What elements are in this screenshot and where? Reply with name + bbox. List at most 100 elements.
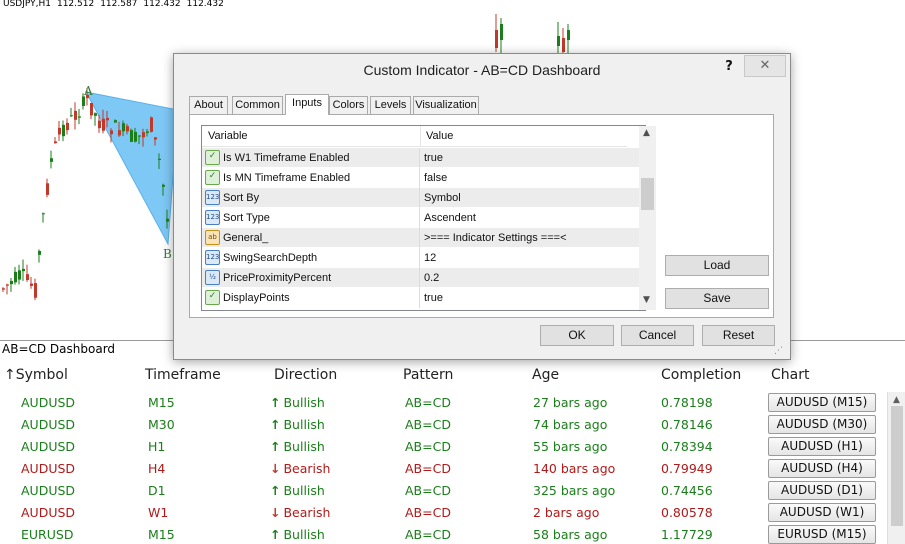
cell-direction: ↑ Bullish (270, 395, 325, 410)
tab-colors[interactable]: Colors (329, 96, 368, 114)
type-glyph: ✓ (208, 151, 217, 161)
table-row: AUDUSD D1 ↑ Bullish AB=CD 325 bars ago 0.74456… (0, 479, 905, 501)
cell-direction: ↑ Bullish (270, 439, 325, 454)
variable-value[interactable]: 12 (424, 252, 436, 264)
tab-levels[interactable]: Levels (370, 96, 411, 114)
candle-body (38, 250, 41, 255)
cell-timeframe: M15 (148, 527, 175, 542)
cell-pattern: AB=CD (405, 527, 451, 542)
variable-value[interactable]: 0.2 (424, 272, 439, 284)
reset-button[interactable]: Reset (702, 325, 775, 346)
col-variable[interactable]: Variable (208, 130, 248, 142)
open-chart-button[interactable]: AUDUSD (M15) (768, 393, 876, 412)
variable-value[interactable]: Symbol (424, 192, 461, 204)
candle-body (106, 117, 109, 121)
close-button[interactable]: ✕ (744, 55, 786, 77)
grid-scroll-down-icon[interactable]: ▼ (643, 295, 650, 305)
candle-body (102, 118, 105, 131)
table-row: AUDUSD H4 ↓ Bearish AB=CD 140 bars ago 0.79949… (0, 457, 905, 479)
load-button[interactable]: Load (665, 255, 769, 276)
cell-completion: 0.79949 (661, 461, 713, 476)
header-completion[interactable]: Completion (661, 367, 741, 383)
tab-common[interactable]: Common (232, 96, 283, 114)
candle-body (14, 271, 17, 283)
bool-type-icon: ✓ (205, 170, 220, 185)
column-separator (419, 148, 420, 168)
grid-scroll-up-icon[interactable]: ▲ (643, 128, 650, 138)
help-button[interactable]: ? (719, 58, 739, 76)
input-row[interactable]: ab General_ >=== Indicator Settings ===< (202, 228, 639, 248)
str-type-icon: ab (205, 230, 220, 245)
variable-value[interactable]: true (424, 152, 443, 164)
candle-body (34, 283, 37, 298)
cancel-button[interactable]: Cancel (621, 325, 694, 346)
cell-symbol: AUDUSD (21, 395, 76, 410)
grid-scrollbar-thumb[interactable] (641, 178, 654, 210)
tab-visualization[interactable]: Visualization (413, 96, 479, 114)
terminal-window: USDJPY,H1 112.512 112.587 112.432 112.432 A … (0, 0, 905, 544)
variable-value[interactable]: Ascendent (424, 212, 476, 224)
header-symbol[interactable]: ↑Symbol (4, 367, 68, 383)
variable-value[interactable]: false (424, 172, 447, 184)
open-chart-button[interactable]: AUDUSD (H4) (768, 459, 876, 478)
input-row[interactable]: ½ PriceProximityPercent 0.2 (202, 268, 639, 288)
candle-body (154, 137, 157, 140)
num-type-icon: 123 (205, 250, 220, 265)
header-direction[interactable]: Direction (274, 367, 337, 383)
header-timeframe[interactable]: Timeframe (145, 367, 221, 383)
direction-label: Bullish (283, 527, 325, 542)
header-chart[interactable]: Chart (771, 367, 809, 383)
input-row[interactable]: ✓ DisplayPoints true (202, 288, 639, 308)
cell-age: 55 bars ago (533, 439, 608, 454)
chart-symbol-info: USDJPY,H1 112.512 112.587 112.432 112.432 (3, 0, 230, 9)
cell-pattern: AB=CD (405, 439, 451, 454)
header-pattern[interactable]: Pattern (403, 367, 453, 383)
variable-name: Sort By (223, 192, 260, 204)
input-row[interactable]: 123 Sort Type Ascendent (202, 208, 639, 228)
candle-body (62, 124, 65, 137)
chart-high: 112.587 (100, 0, 138, 9)
open-chart-button[interactable]: AUDUSD (H1) (768, 437, 876, 456)
direction-label: Bearish (283, 505, 331, 520)
open-chart-button[interactable]: AUDUSD (W1) (768, 503, 876, 522)
cell-pattern: AB=CD (405, 483, 451, 498)
open-chart-button[interactable]: AUDUSD (M30) (768, 415, 876, 434)
direction-label: Bullish (283, 417, 325, 432)
col-value[interactable]: Value (426, 130, 453, 142)
input-row[interactable]: 123 SwingSearchDepth 12 (202, 248, 639, 268)
cell-timeframe: W1 (148, 505, 169, 520)
variable-name: Is MN Timeframe Enabled (223, 172, 351, 184)
cell-pattern: AB=CD (405, 417, 451, 432)
candle-body (562, 38, 565, 52)
type-glyph: ✓ (208, 171, 217, 181)
input-row[interactable]: ✓ Is W1 Timeframe Enabled true (202, 148, 639, 168)
candle-body (22, 268, 25, 272)
candle-body (50, 158, 53, 162)
dashboard-scrollbar[interactable]: ▲ (887, 392, 905, 544)
tab-inputs[interactable]: Inputs (285, 94, 329, 115)
ok-button[interactable]: OK (540, 325, 614, 346)
arrow-down-icon: ↓ (270, 505, 281, 520)
input-row[interactable]: 123 Sort By Symbol (202, 188, 639, 208)
variable-value[interactable]: true (424, 292, 443, 304)
open-chart-button[interactable]: EURUSD (M15) (768, 525, 876, 544)
candle-body (500, 24, 503, 40)
tab-about[interactable]: About (189, 96, 228, 114)
input-row[interactable]: ✓ Is MN Timeframe Enabled false (202, 168, 639, 188)
cell-symbol: AUDUSD (21, 417, 76, 432)
cell-age: 2 bars ago (533, 505, 600, 520)
cell-symbol: AUDUSD (21, 461, 76, 476)
candle-body (122, 123, 125, 132)
cell-completion: 1.17729 (661, 527, 713, 542)
header-age[interactable]: Age (532, 367, 559, 383)
scrollbar-thumb[interactable] (891, 406, 903, 526)
point-b-label: B (163, 247, 172, 261)
open-chart-button[interactable]: AUDUSD (D1) (768, 481, 876, 500)
grid-scrollbar[interactable]: ▲ ▼ (639, 126, 656, 310)
candle-body (70, 115, 73, 117)
save-button[interactable]: Save (665, 288, 769, 309)
scroll-up-icon[interactable]: ▲ (893, 395, 900, 405)
resize-grip-icon[interactable]: ⋰ (774, 346, 783, 356)
variable-value[interactable]: >=== Indicator Settings ===< (424, 232, 567, 244)
candle-body (74, 110, 77, 120)
